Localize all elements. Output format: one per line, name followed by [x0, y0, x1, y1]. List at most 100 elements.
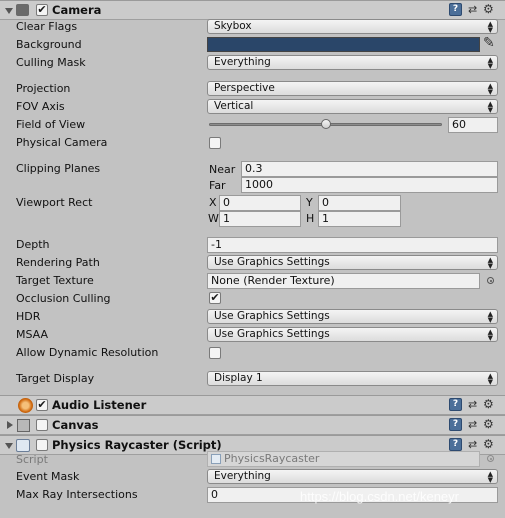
clear-flags-label: Clear Flags — [16, 20, 78, 33]
msaa-dropdown[interactable]: Use Graphics Settings ▲ ▼ — [207, 327, 498, 342]
event-mask-label: Event Mask — [16, 470, 80, 483]
physics-raycaster-enabled-checkbox[interactable] — [36, 439, 48, 451]
target-display-label: Target Display — [16, 372, 95, 385]
presets-icon[interactable]: ⇄ — [468, 398, 477, 411]
presets-icon[interactable]: ⇄ — [468, 438, 477, 451]
fov-axis-label: FOV Axis — [16, 100, 65, 113]
culling-mask-label: Culling Mask — [16, 56, 86, 69]
target-texture-field[interactable]: None (Render Texture) — [207, 273, 480, 289]
help-book-icon[interactable]: ? — [449, 3, 462, 16]
script-file-icon — [211, 454, 221, 464]
dropdown-value: Use Graphics Settings — [214, 328, 330, 340]
dropdown-caret-icon: ▲ ▼ — [487, 328, 493, 342]
y-label: Y — [306, 196, 313, 209]
gear-icon[interactable]: ⚙ — [483, 397, 494, 411]
foldout-arrow-icon[interactable] — [5, 8, 13, 14]
fov-value-field[interactable]: 60 — [448, 117, 498, 133]
presets-icon[interactable]: ⇄ — [468, 418, 477, 431]
h-field[interactable]: 1 — [318, 211, 401, 227]
fov-slider-thumb[interactable] — [320, 119, 331, 129]
script-label: Script — [16, 453, 48, 466]
dropdown-value: Everything — [214, 56, 271, 68]
depth-field[interactable]: -1 — [207, 237, 498, 253]
depth-label: Depth — [16, 238, 50, 251]
clear-flags-dropdown[interactable]: Skybox ▲ ▼ — [207, 19, 498, 34]
allow-dynamic-resolution-label: Allow Dynamic Resolution — [16, 346, 159, 359]
occlusion-culling-checkbox[interactable]: ✔ — [209, 292, 221, 304]
component-title: Physics Raycaster (Script) — [52, 438, 222, 452]
physical-camera-label: Physical Camera — [16, 136, 108, 149]
help-book-icon[interactable]: ? — [449, 398, 462, 411]
dropdown-caret-icon: ▲ ▼ — [487, 256, 493, 270]
culling-mask-dropdown[interactable]: Everything ▲ ▼ — [207, 55, 498, 70]
audio-listener-component-header[interactable]: ✔ Audio Listener ? ⇄ ⚙ — [0, 395, 505, 415]
script-field: PhysicsRaycaster — [207, 451, 480, 467]
y-field[interactable]: 0 — [318, 195, 401, 211]
physical-camera-checkbox[interactable] — [209, 137, 221, 149]
camera-icon — [16, 4, 29, 16]
gear-icon[interactable]: ⚙ — [483, 417, 494, 431]
w-label: W — [208, 212, 219, 225]
dropdown-caret-icon: ▲ ▼ — [487, 20, 493, 34]
hdr-dropdown[interactable]: Use Graphics Settings ▲ ▼ — [207, 309, 498, 324]
hdr-label: HDR — [16, 310, 41, 323]
dropdown-value: Display 1 — [214, 372, 263, 384]
dropdown-value: Use Graphics Settings — [214, 256, 330, 268]
header-icons: ? ⇄ ⚙ — [449, 397, 499, 414]
w-field[interactable]: 1 — [219, 211, 301, 227]
far-field[interactable]: 1000 — [241, 177, 498, 193]
background-label: Background — [16, 38, 82, 51]
camera-component-header[interactable]: ✔ Camera ? ⇄ ⚙ — [0, 0, 505, 20]
component-title: Canvas — [52, 418, 99, 432]
dropdown-caret-icon: ▲ ▼ — [487, 56, 493, 70]
fov-axis-dropdown[interactable]: Vertical ▲ ▼ — [207, 99, 498, 114]
dropdown-value: Vertical — [214, 100, 254, 112]
rendering-path-dropdown[interactable]: Use Graphics Settings ▲ ▼ — [207, 255, 498, 270]
help-book-icon[interactable]: ? — [449, 418, 462, 431]
dropdown-caret-icon: ▲ ▼ — [487, 310, 493, 324]
dropdown-value: Everything — [214, 470, 271, 482]
object-picker-icon[interactable] — [487, 277, 494, 284]
canvas-enabled-checkbox[interactable] — [36, 419, 48, 431]
gear-icon[interactable]: ⚙ — [483, 2, 494, 16]
gear-icon[interactable]: ⚙ — [483, 437, 494, 451]
background-color-field[interactable] — [207, 37, 480, 52]
canvas-icon — [17, 419, 30, 432]
clipping-planes-label: Clipping Planes — [16, 162, 101, 175]
event-mask-dropdown[interactable]: Everything ▲ ▼ — [207, 469, 498, 484]
help-book-icon[interactable]: ? — [449, 438, 462, 451]
camera-enabled-checkbox[interactable]: ✔ — [36, 4, 48, 16]
eyedropper-icon[interactable]: ✎ — [483, 35, 495, 51]
component-title: Audio Listener — [52, 398, 147, 412]
dropdown-value: Use Graphics Settings — [214, 310, 330, 322]
dropdown-value: Skybox — [214, 20, 252, 32]
far-label: Far — [209, 179, 226, 192]
component-title: Camera — [52, 3, 102, 17]
dropdown-caret-icon: ▲ ▼ — [487, 82, 493, 96]
projection-dropdown[interactable]: Perspective ▲ ▼ — [207, 81, 498, 96]
rendering-path-label: Rendering Path — [16, 256, 100, 269]
audio-listener-enabled-checkbox[interactable]: ✔ — [36, 399, 48, 411]
target-texture-label: Target Texture — [16, 274, 94, 287]
h-label: H — [306, 212, 315, 225]
viewport-rect-label: Viewport Rect — [16, 196, 93, 209]
x-field[interactable]: 0 — [219, 195, 301, 211]
dropdown-caret-icon: ▲ ▼ — [487, 470, 493, 484]
max-ray-intersections-label: Max Ray Intersections — [16, 488, 138, 501]
near-label: Near — [209, 163, 236, 176]
msaa-label: MSAA — [16, 328, 49, 341]
audio-listener-icon — [18, 398, 33, 413]
watermark-text: https://blog.csdn.net/keneyr — [300, 489, 459, 504]
foldout-arrow-icon[interactable] — [5, 443, 13, 449]
dropdown-caret-icon: ▲ ▼ — [487, 100, 493, 114]
x-label: X — [209, 196, 217, 209]
presets-icon[interactable]: ⇄ — [468, 3, 477, 16]
foldout-arrow-icon[interactable] — [7, 421, 13, 429]
header-icons: ? ⇄ ⚙ — [449, 417, 499, 434]
script-value: PhysicsRaycaster — [224, 452, 320, 465]
canvas-component-header[interactable]: Canvas ? ⇄ ⚙ — [0, 415, 505, 435]
near-field[interactable]: 0.3 — [241, 161, 498, 177]
allow-dynamic-resolution-checkbox[interactable] — [209, 347, 221, 359]
header-icons: ? ⇄ ⚙ — [449, 2, 499, 19]
target-display-dropdown[interactable]: Display 1 ▲ ▼ — [207, 371, 498, 386]
